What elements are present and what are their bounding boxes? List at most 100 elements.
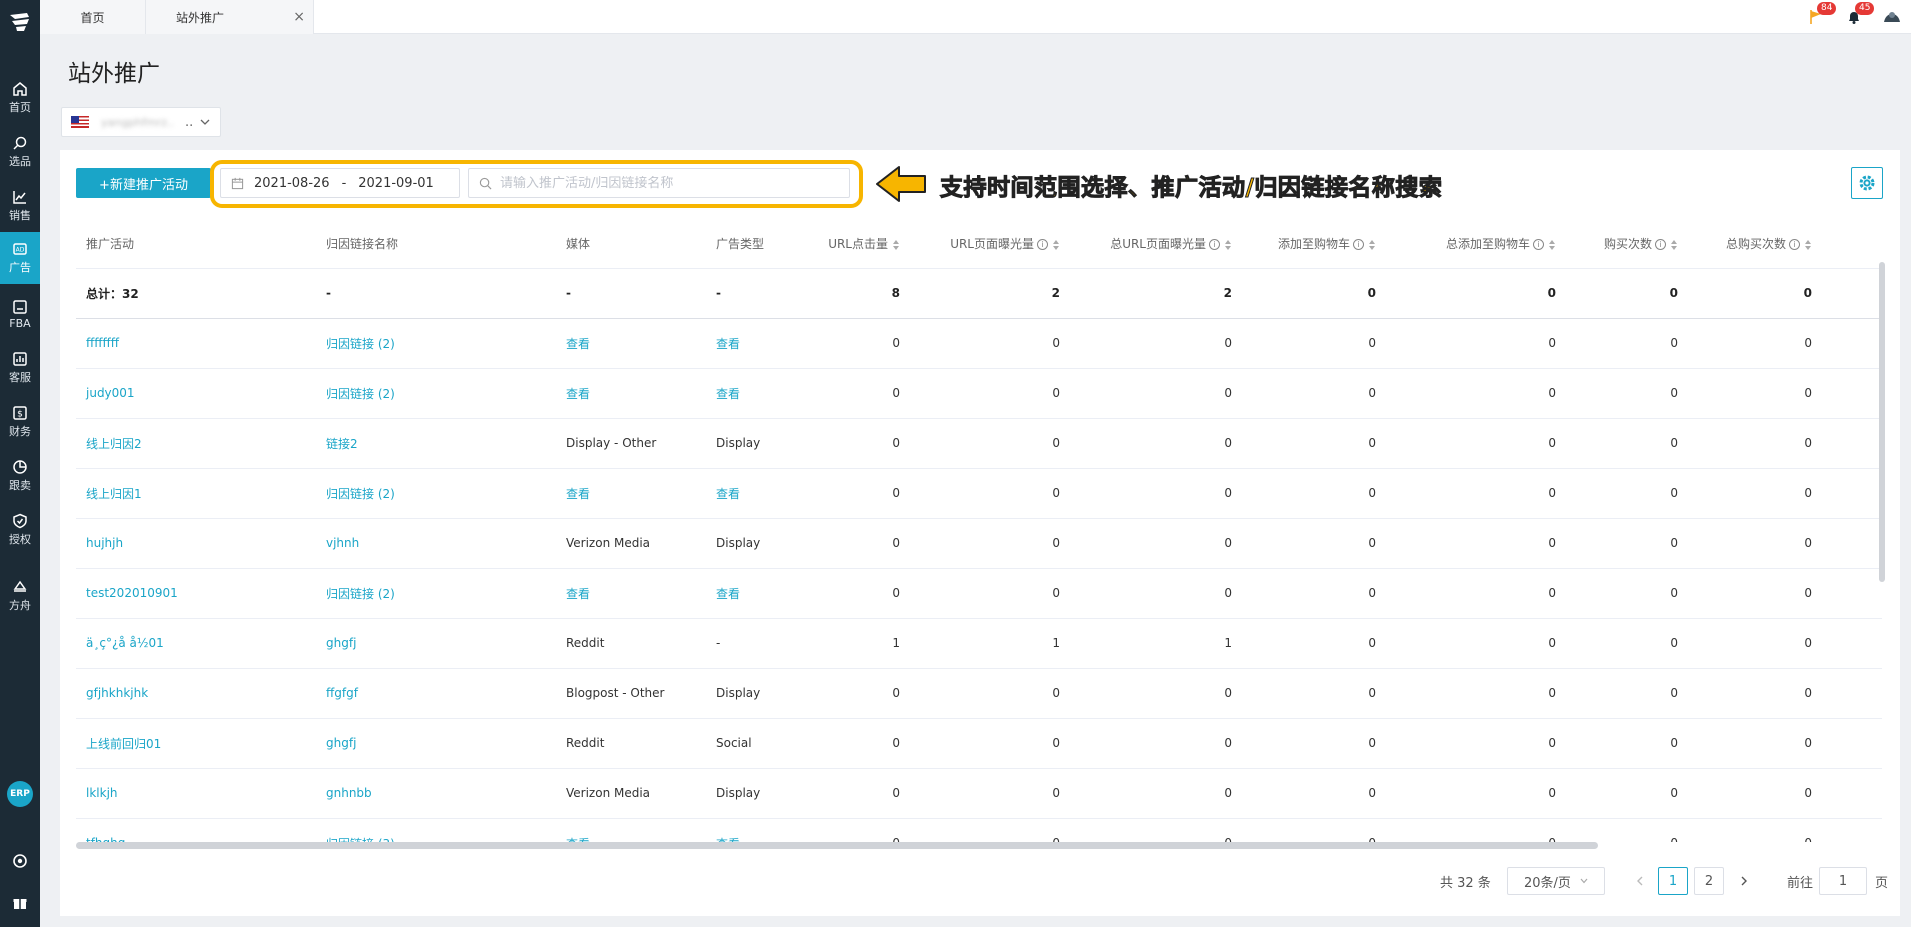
new-campaign-button[interactable]: +新建推广活动 (76, 168, 211, 198)
table-cell: 0 (1258, 668, 1402, 719)
attribution-link[interactable]: 归因链接 (2) (316, 318, 556, 369)
erp-badge[interactable]: ERP (7, 781, 33, 807)
sidebar-item-ads[interactable]: AD 广告 (0, 232, 40, 284)
attribution-link[interactable]: ghgfj (316, 618, 556, 669)
view-link[interactable]: 查看 (706, 318, 816, 369)
campaign-link[interactable]: 上线前回归01 (76, 718, 316, 769)
table-cell: 0 (1086, 468, 1258, 519)
campaign-link[interactable]: ä¸ç°¿å å½01 (76, 618, 316, 669)
col-add-to-cart[interactable]: 添加至购物车 i (1258, 220, 1402, 269)
flag-notification[interactable]: 84 (1797, 0, 1837, 34)
view-link[interactable]: 查看 (556, 318, 706, 369)
sidebar-item-sales[interactable]: 销售 (0, 180, 40, 232)
table-cell: 0 (816, 368, 926, 419)
view-link[interactable]: 查看 (556, 568, 706, 619)
sidebar-item-fba[interactable]: FBA (0, 288, 40, 340)
attribution-link[interactable]: ghgfj (316, 718, 556, 769)
pagination-total: 共 32 条 (1440, 875, 1491, 891)
table-cell: 0 (816, 768, 926, 819)
date-range-picker[interactable]: 2021-08-26 - 2021-09-01 (220, 168, 460, 198)
attribution-link[interactable]: 归因链接 (2) (316, 468, 556, 519)
sort-icon[interactable] (1368, 239, 1376, 251)
campaign-link[interactable]: judy001 (76, 368, 316, 419)
info-icon[interactable]: i (1533, 239, 1544, 251)
view-link[interactable]: 查看 (706, 468, 816, 519)
table-cell (1838, 368, 1882, 419)
attribution-link[interactable]: vjhnh (316, 518, 556, 569)
goto-page-input[interactable]: 1 (1819, 867, 1867, 895)
sidebar-item-selection[interactable]: 选品 (0, 126, 40, 178)
settings-button[interactable] (1851, 167, 1883, 199)
sort-icon[interactable] (1224, 239, 1232, 251)
table-cell: 0 (926, 718, 1086, 769)
next-page-button[interactable] (1734, 867, 1754, 895)
attribution-link[interactable]: 链接2 (316, 418, 556, 469)
campaign-link[interactable]: hujhjh (76, 518, 316, 569)
view-link[interactable]: 查看 (556, 818, 706, 842)
attribution-link[interactable]: 归因链接 (2) (316, 568, 556, 619)
search-input[interactable] (500, 175, 830, 191)
sidebar-item-home[interactable]: 首页 (0, 72, 40, 124)
campaign-link[interactable]: lklkjh (76, 768, 316, 819)
page-1-button[interactable]: 1 (1658, 867, 1688, 895)
date-start[interactable]: 2021-08-26 (254, 176, 330, 191)
close-icon[interactable]: × (293, 9, 305, 25)
pie-icon (13, 460, 27, 474)
sort-icon[interactable] (1548, 239, 1556, 251)
page-2-button[interactable]: 2 (1694, 867, 1724, 895)
view-link[interactable]: 查看 (556, 368, 706, 419)
view-link[interactable]: 查看 (706, 368, 816, 419)
support-icon[interactable] (0, 846, 40, 876)
store-selector[interactable]: yangphfmrz.. .. (61, 107, 221, 137)
campaign-link[interactable]: tfhghg (76, 818, 316, 842)
sort-icon[interactable] (1670, 239, 1678, 251)
sort-icon[interactable] (1052, 239, 1060, 251)
tab-offsite-promotion[interactable]: 站外推广 × (146, 0, 314, 34)
campaign-link[interactable]: 线上归因2 (76, 418, 316, 469)
campaign-link[interactable]: ffffffff (76, 318, 316, 369)
campaign-link[interactable]: gfjhkhkjhk (76, 668, 316, 719)
info-icon[interactable]: i (1037, 239, 1048, 251)
attribution-link[interactable]: ffgfgf (316, 668, 556, 719)
attribution-link[interactable]: gnhnbb (316, 768, 556, 819)
user-avatar[interactable] (1873, 0, 1911, 34)
date-end[interactable]: 2021-09-01 (358, 176, 434, 191)
tab-home[interactable]: 首页 (40, 0, 146, 34)
table-cell: Display (706, 418, 816, 469)
gift-icon[interactable] (0, 888, 40, 918)
sort-icon[interactable] (892, 239, 900, 251)
view-link[interactable]: 查看 (706, 818, 816, 842)
sidebar-item-follow[interactable]: 跟卖 (0, 450, 40, 502)
total-label: 总计：32 (76, 268, 316, 319)
campaign-link[interactable]: test202010901 (76, 568, 316, 619)
page-size-select[interactable]: 20条/页 (1507, 867, 1605, 895)
sidebar-item-finance[interactable]: $ 财务 (0, 396, 40, 448)
view-link[interactable]: 查看 (556, 468, 706, 519)
table-cell (1838, 418, 1882, 469)
col-total-purchases[interactable]: 总购买次数 i (1704, 220, 1838, 269)
info-icon[interactable]: i (1353, 239, 1364, 251)
svg-text:$: $ (17, 410, 23, 420)
vertical-scrollbar[interactable] (1879, 262, 1885, 582)
horizontal-scrollbar[interactable] (76, 842, 1598, 849)
col-purchases[interactable]: 购买次数 i (1582, 220, 1704, 269)
attribution-link[interactable]: 归因链接 (2) (316, 368, 556, 419)
info-icon[interactable]: i (1655, 239, 1666, 251)
sidebar-item-service[interactable]: 客服 (0, 342, 40, 394)
search-box[interactable] (468, 168, 850, 198)
info-icon[interactable]: i (1209, 239, 1220, 251)
sidebar-item-ark[interactable]: 方舟 (0, 570, 40, 622)
col-url-clicks[interactable]: URL点击量 (816, 220, 926, 269)
sort-icon[interactable] (1804, 239, 1812, 251)
logo-icon[interactable] (0, 0, 40, 44)
col-total-add-to-cart[interactable]: 总添加至购物车 i (1402, 220, 1582, 269)
col-url-impressions[interactable]: URL页面曝光量 i (926, 220, 1086, 269)
view-link[interactable]: 查看 (706, 568, 816, 619)
col-total-url-impressions[interactable]: 总URL页面曝光量 i (1086, 220, 1258, 269)
sidebar-item-auth[interactable]: 授权 (0, 504, 40, 556)
campaign-link[interactable]: 线上归因1 (76, 468, 316, 519)
info-icon[interactable]: i (1789, 239, 1800, 251)
bell-notification[interactable]: 45 (1835, 0, 1875, 34)
prev-page-button[interactable] (1630, 867, 1650, 895)
attribution-link[interactable]: 归因链接 (3) (316, 818, 556, 842)
